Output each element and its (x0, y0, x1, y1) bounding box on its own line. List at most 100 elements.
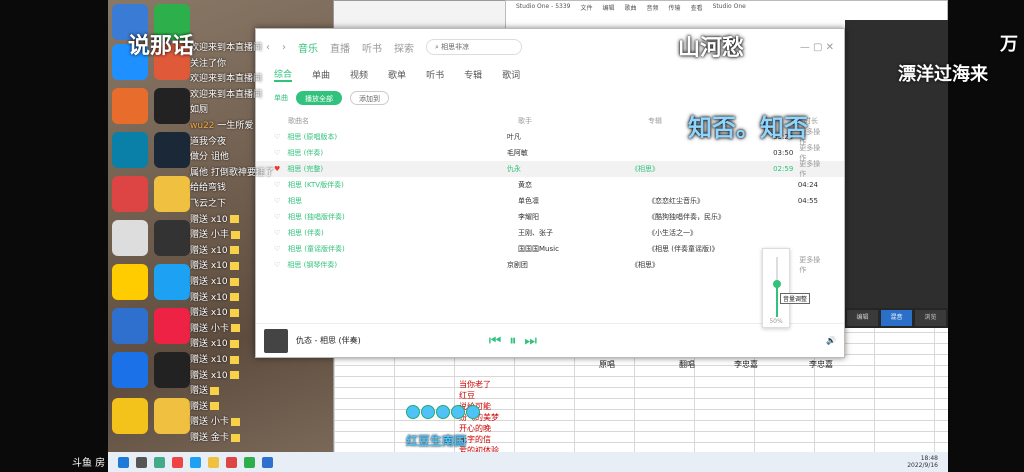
folder-icon[interactable] (154, 398, 190, 434)
mix-tab[interactable]: 混音 (881, 310, 912, 326)
wps-icon[interactable] (112, 308, 148, 344)
app-icon[interactable] (112, 88, 148, 124)
app-icon[interactable] (112, 176, 148, 212)
edge-icon[interactable] (190, 456, 201, 468)
chat-message: 赠送 (190, 399, 220, 412)
song-row[interactable]: ♡ 相思 (独唱版伴奏) 李耀阳 《酷狗独唱伴奏，民乐》 (256, 209, 844, 225)
app-icon[interactable] (112, 398, 148, 434)
chat-text: 做分 诅他 (190, 152, 229, 163)
nav-audiobook[interactable]: 听书 (362, 40, 382, 55)
studio-menu-item[interactable]: 传输 (669, 3, 681, 12)
studio-menu-item[interactable]: 文件 (580, 3, 592, 12)
chat-username[interactable]: wu22 (190, 121, 215, 131)
prev-icon[interactable]: ⏮ (489, 333, 502, 349)
add-to-button[interactable]: 添加到 (350, 91, 389, 105)
chat-text: 赠送 金卡 (190, 433, 229, 443)
tab-audiobook[interactable]: 听书 (426, 68, 444, 81)
app-icon[interactable] (172, 456, 183, 468)
song-row[interactable]: ♥ 相思 (完整) 仇永 《相思》 02:59 更多操作 (256, 159, 844, 179)
app-icon[interactable] (154, 456, 165, 468)
qq-icon[interactable] (154, 88, 190, 124)
gift-icon (229, 215, 239, 224)
volume-icon[interactable]: 🔊 (826, 336, 836, 345)
song-row[interactable]: ♡ 相思 (伴奏) 王刚、张子 《小生活之一》 (256, 225, 844, 241)
chat-text: 赠送 x10 (190, 214, 228, 225)
chat-message: 赠送 x10 (190, 368, 239, 381)
song-album: 《酷狗独唱伴奏，民乐》 (648, 213, 725, 221)
app-icon[interactable] (154, 308, 190, 344)
more-actions-link[interactable]: 更多操作 (799, 255, 826, 275)
song-artist: 国国国Music (518, 245, 559, 253)
volume-knob[interactable] (773, 280, 781, 288)
app-icon[interactable] (262, 456, 273, 468)
chat-text: 赠送 (190, 401, 209, 412)
nav-explore[interactable]: 探索 (394, 40, 414, 55)
webcam-left-panel (0, 0, 108, 472)
gift-icon (210, 386, 220, 395)
column-header: 翻唱 (679, 360, 695, 369)
chat-message: 赠送 x10 (190, 290, 239, 303)
studio-menu-item[interactable]: 音频 (647, 3, 659, 12)
app-icon[interactable] (112, 264, 148, 300)
app-icon[interactable] (112, 220, 148, 256)
chat-text: 道我今夜 (190, 136, 227, 147)
app-icon[interactable] (154, 352, 190, 388)
window-controls-icon[interactable]: — ▢ ✕ (800, 42, 834, 53)
tab-playlist[interactable]: 歌单 (388, 68, 406, 81)
search-icon[interactable] (136, 456, 147, 468)
edge-icon[interactable] (154, 264, 190, 300)
chat-message: 赠送 x10 (190, 243, 239, 256)
tab-album[interactable]: 专辑 (464, 68, 482, 81)
chat-text: 赠送 x10 (190, 339, 228, 350)
more-actions-link[interactable]: 更多操作 (799, 159, 826, 179)
folder-icon[interactable] (208, 456, 219, 468)
streamer-caption-left: 说那话 (128, 34, 195, 59)
studio-menu-item[interactable]: 歌曲 (625, 3, 637, 12)
app-icon[interactable] (244, 456, 255, 468)
chat-text: 赠送 (190, 386, 209, 397)
song-row[interactable]: ♡ 相思 (KTV版伴奏) 黄恋 04:24 (256, 177, 844, 193)
tab-video[interactable]: 视频 (350, 68, 368, 81)
steam-icon[interactable] (154, 132, 190, 168)
tab-lyrics[interactable]: 歌词 (502, 68, 520, 81)
bottom-banner: 红豆生南国 (406, 405, 481, 449)
studio-menu-item[interactable]: 编辑 (603, 3, 615, 12)
song-duration: 04:24 (797, 181, 818, 189)
next-icon[interactable]: ⏭ (524, 333, 537, 349)
studio-menu-item[interactable]: 查看 (691, 3, 703, 12)
song-row[interactable]: ♡ 相思 (童谣版伴奏) 国国国Music 《相思 (伴奏童谣版)》 (256, 241, 844, 257)
taskbar: 18:48 2022/9/16 (108, 452, 948, 472)
chat-message: 赠送 x10 (190, 258, 239, 271)
folder-icon[interactable] (154, 176, 190, 212)
chat-message: 欢迎来到本直播间 (190, 71, 262, 84)
song-album: 《小生活之一》 (648, 229, 697, 237)
song-row[interactable]: ♡ 相思 单色凛 《恋恋红尘音乐》 04:55 (256, 193, 844, 209)
obs-icon[interactable] (154, 220, 190, 256)
chat-message: 赠送 x10 (190, 336, 239, 349)
streamer-caption-right: 漂洋过海来 (898, 64, 988, 85)
chat-message: 赠送 (190, 383, 220, 397)
chat-message: 关注了你 (190, 56, 226, 69)
music-player-window[interactable]: ‹ › 音乐 直播 听书 探索 ⌕ 相思非凉 — ▢ ✕ 综合 单曲 视频 歌单… (255, 28, 845, 358)
song-row[interactable]: ♡ 相思 (钢琴伴奏) 京剧团 《相思》 更多操作 (256, 255, 844, 275)
song-album: 《相思 (伴奏童谣版)》 (648, 245, 719, 253)
song-row[interactable]: ♡ 相思 (伴奏) 毛阿敏 03:50 更多操作 (256, 144, 844, 162)
browse-tab[interactable]: 浏览 (915, 310, 946, 326)
song-artist: 李耀阳 (518, 213, 539, 221)
start-icon[interactable] (118, 456, 129, 468)
volume-slider[interactable] (773, 257, 781, 317)
gift-icon (230, 230, 240, 239)
volume-popup[interactable]: 50% (762, 248, 790, 328)
clock[interactable]: 18:48 2022/9/16 (907, 455, 938, 469)
pause-icon[interactable]: ⏸ (509, 333, 516, 349)
volume-tooltip: 音量调整 (780, 293, 811, 304)
chat-message: 欢迎来到本直播间 (190, 87, 262, 100)
app-icon[interactable] (112, 352, 148, 388)
studio-menu-item[interactable]: Studio One (713, 3, 746, 12)
search-input[interactable]: ⌕ 相思非凉 (426, 39, 522, 55)
edit-tab[interactable]: 编辑 (847, 310, 878, 326)
app-icon[interactable] (112, 132, 148, 168)
gift-icon (229, 293, 239, 302)
app-icon[interactable] (226, 456, 237, 468)
gift-icon (229, 355, 239, 364)
